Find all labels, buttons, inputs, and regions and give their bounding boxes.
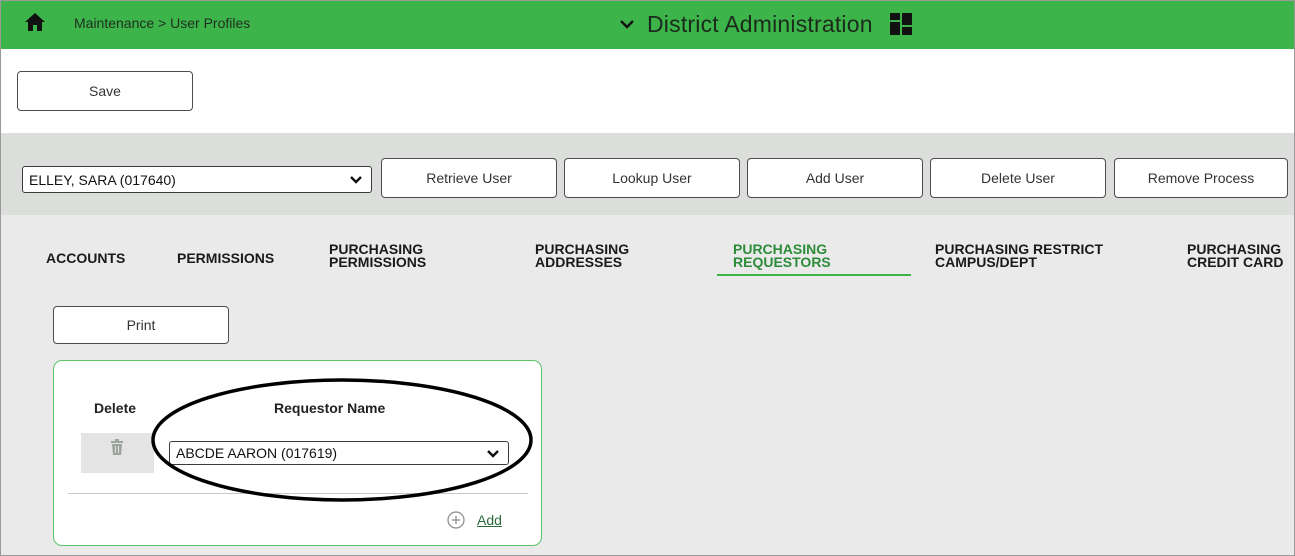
tab-purchasing-addresses[interactable]: PURCHASING ADDRESSES: [535, 242, 629, 269]
requestor-select[interactable]: ABCDE AARON (017619): [169, 441, 509, 465]
user-select[interactable]: ELLEY, SARA (017640): [22, 166, 372, 193]
chevron-down-icon[interactable]: [619, 18, 635, 30]
app-title: District Administration: [647, 10, 873, 37]
tab-purchasing-credit-card[interactable]: PURCHASING CREDIT CARD: [1187, 243, 1294, 269]
delete-cell: [81, 433, 154, 473]
requestor-select-value: ABCDE AARON (017619): [176, 445, 338, 461]
plus-circle-icon[interactable]: [447, 511, 465, 529]
save-toolbar: Save: [1, 49, 1294, 133]
column-header-delete: Delete: [94, 400, 137, 416]
breadcrumb[interactable]: Maintenance > User Profiles: [74, 15, 250, 31]
tab-purchasing-permissions[interactable]: PURCHASING PERMISSIONS: [329, 242, 426, 269]
chevron-down-icon: [487, 450, 499, 458]
grid-icon[interactable]: [889, 12, 913, 36]
add-row-control[interactable]: Add: [447, 511, 502, 529]
add-link[interactable]: Add: [477, 512, 502, 528]
add-user-button[interactable]: Add User: [747, 158, 923, 198]
lookup-user-button[interactable]: Lookup User: [564, 158, 740, 198]
tab-purchasing-restrict-campus-dept[interactable]: PURCHASING RESTRICT CAMPUS/DEPT: [935, 242, 1103, 269]
user-toolbar: ELLEY, SARA (017640) Retrieve User Looku…: [1, 133, 1294, 215]
app-switcher[interactable]: District Administration: [619, 7, 913, 41]
requestors-panel: Delete Requestor Name ABCDE AARON (01761…: [53, 360, 542, 546]
print-button[interactable]: Print: [53, 306, 229, 344]
tab-purchasing-requestors[interactable]: PURCHASING REQUESTORS: [733, 242, 831, 269]
row-divider: [68, 493, 528, 494]
chevron-down-icon: [350, 176, 362, 184]
tab-accounts[interactable]: ACCOUNTS: [46, 251, 125, 265]
save-button[interactable]: Save: [17, 71, 193, 111]
user-select-value: ELLEY, SARA (017640): [29, 171, 176, 188]
tab-permissions[interactable]: PERMISSIONS: [177, 251, 274, 265]
top-nav-bar: Maintenance > User Profiles District Adm…: [1, 1, 1294, 49]
delete-user-button[interactable]: Delete User: [930, 158, 1106, 198]
retrieve-user-button[interactable]: Retrieve User: [381, 158, 557, 198]
column-header-requestor-name: Requestor Name: [274, 400, 386, 416]
trash-icon[interactable]: [110, 439, 124, 455]
remove-process-button[interactable]: Remove Process: [1114, 158, 1288, 198]
active-tab-indicator: [717, 274, 911, 276]
home-icon[interactable]: [24, 12, 46, 32]
main-content: ACCOUNTS PERMISSIONS PURCHASING PERMISSI…: [1, 215, 1294, 555]
